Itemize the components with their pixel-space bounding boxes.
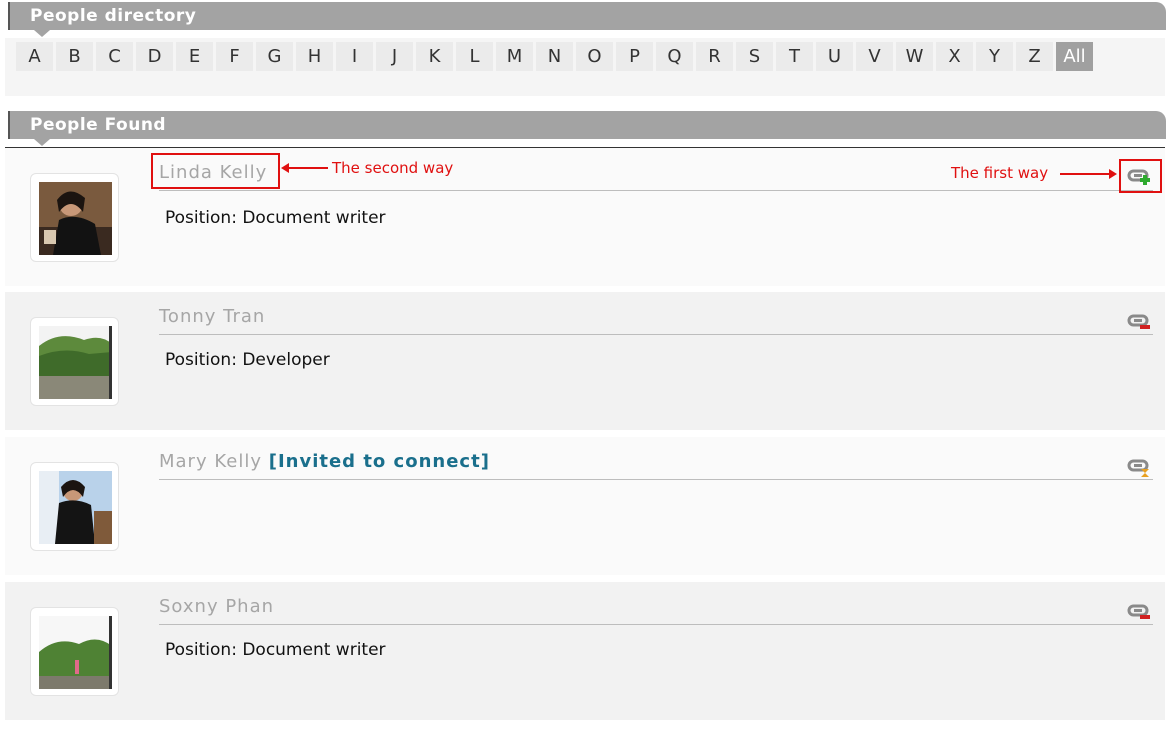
letter-filter-d[interactable]: D: [136, 42, 173, 71]
annotation-first-way: The first way: [951, 164, 1049, 182]
person-name-text[interactable]: Mary Kelly: [159, 451, 262, 472]
letter-filter-r[interactable]: R: [696, 42, 733, 71]
alphabet-letters: A B C D E F G H I J K L M N O P Q R S T U V W X Y Z All: [16, 42, 1093, 71]
avatar[interactable]: [30, 607, 119, 696]
letter-filter-m[interactable]: M: [496, 42, 533, 71]
letter-filter-c[interactable]: C: [96, 42, 133, 71]
avatar[interactable]: [30, 317, 119, 406]
person-name-link[interactable]: Tonny Tran: [159, 306, 265, 327]
letter-filter-i[interactable]: I: [336, 42, 373, 71]
name-underline: [159, 479, 1153, 480]
person-name-link[interactable]: Soxny Phan: [159, 596, 274, 617]
letter-filter-y[interactable]: Y: [976, 42, 1013, 71]
letter-filter-p[interactable]: P: [616, 42, 653, 71]
people-found-header: People Found: [8, 111, 1166, 146]
people-directory-header: People directory: [8, 2, 1166, 37]
name-underline: [159, 190, 1153, 191]
letter-filter-z[interactable]: Z: [1016, 42, 1053, 71]
letter-filter-t[interactable]: T: [776, 42, 813, 71]
alphabet-filter-bar: A B C D E F G H I J K L M N O P Q R S T U V W X Y Z All: [5, 38, 1165, 96]
letter-filter-o[interactable]: O: [576, 42, 613, 71]
annotation-box-name: [151, 153, 280, 189]
invite-status-badge: [Invited to connect]: [268, 451, 490, 472]
avatar-photo-icon: [39, 616, 112, 689]
person-row-tonny-tran: Tonny Tran Position: Developer: [5, 292, 1165, 430]
connect-remove-icon[interactable]: [1127, 312, 1153, 332]
letter-filter-l[interactable]: L: [456, 42, 493, 71]
annotation-arrow-left-icon: [281, 163, 328, 173]
letter-filter-v[interactable]: V: [856, 42, 893, 71]
person-row-mary-kelly: Mary Kelly [Invited to connect]: [5, 437, 1165, 575]
person-position: Position: Developer: [165, 350, 330, 370]
person-position: Position: Document writer: [165, 640, 386, 660]
annotation-arrow-right-icon: [1060, 169, 1117, 179]
letter-filter-e[interactable]: E: [176, 42, 213, 71]
person-name-text[interactable]: Tonny Tran: [159, 306, 265, 327]
letter-filter-h[interactable]: H: [296, 42, 333, 71]
people-directory-title: People directory: [30, 6, 197, 26]
letter-filter-k[interactable]: K: [416, 42, 453, 71]
person-position: Position: Document writer: [165, 208, 386, 228]
connect-pending-icon[interactable]: [1127, 457, 1153, 477]
letter-filter-n[interactable]: N: [536, 42, 573, 71]
person-name-text[interactable]: Soxny Phan: [159, 596, 274, 617]
avatar[interactable]: [30, 173, 119, 262]
letter-filter-g[interactable]: G: [256, 42, 293, 71]
name-underline: [159, 334, 1153, 335]
connect-remove-icon[interactable]: [1127, 602, 1153, 622]
name-underline: [159, 624, 1153, 625]
letter-filter-all[interactable]: All: [1056, 42, 1093, 71]
avatar-photo-icon: [39, 471, 112, 544]
people-found-title: People Found: [30, 115, 167, 135]
letter-filter-u[interactable]: U: [816, 42, 853, 71]
avatar-photo-icon: [39, 326, 112, 399]
letter-filter-f[interactable]: F: [216, 42, 253, 71]
person-name-link[interactable]: Mary Kelly [Invited to connect]: [159, 451, 490, 472]
letter-filter-b[interactable]: B: [56, 42, 93, 71]
letter-filter-s[interactable]: S: [736, 42, 773, 71]
letter-filter-a[interactable]: A: [16, 42, 53, 71]
letter-filter-q[interactable]: Q: [656, 42, 693, 71]
annotation-box-connect: [1119, 159, 1162, 193]
person-row-soxny-phan: Soxny Phan Position: Document writer: [5, 582, 1165, 720]
letter-filter-x[interactable]: X: [936, 42, 973, 71]
letter-filter-j[interactable]: J: [376, 42, 413, 71]
letter-filter-w[interactable]: W: [896, 42, 933, 71]
annotation-second-way: The second way: [332, 159, 454, 177]
avatar-photo-icon: [39, 182, 112, 255]
avatar[interactable]: [30, 462, 119, 551]
